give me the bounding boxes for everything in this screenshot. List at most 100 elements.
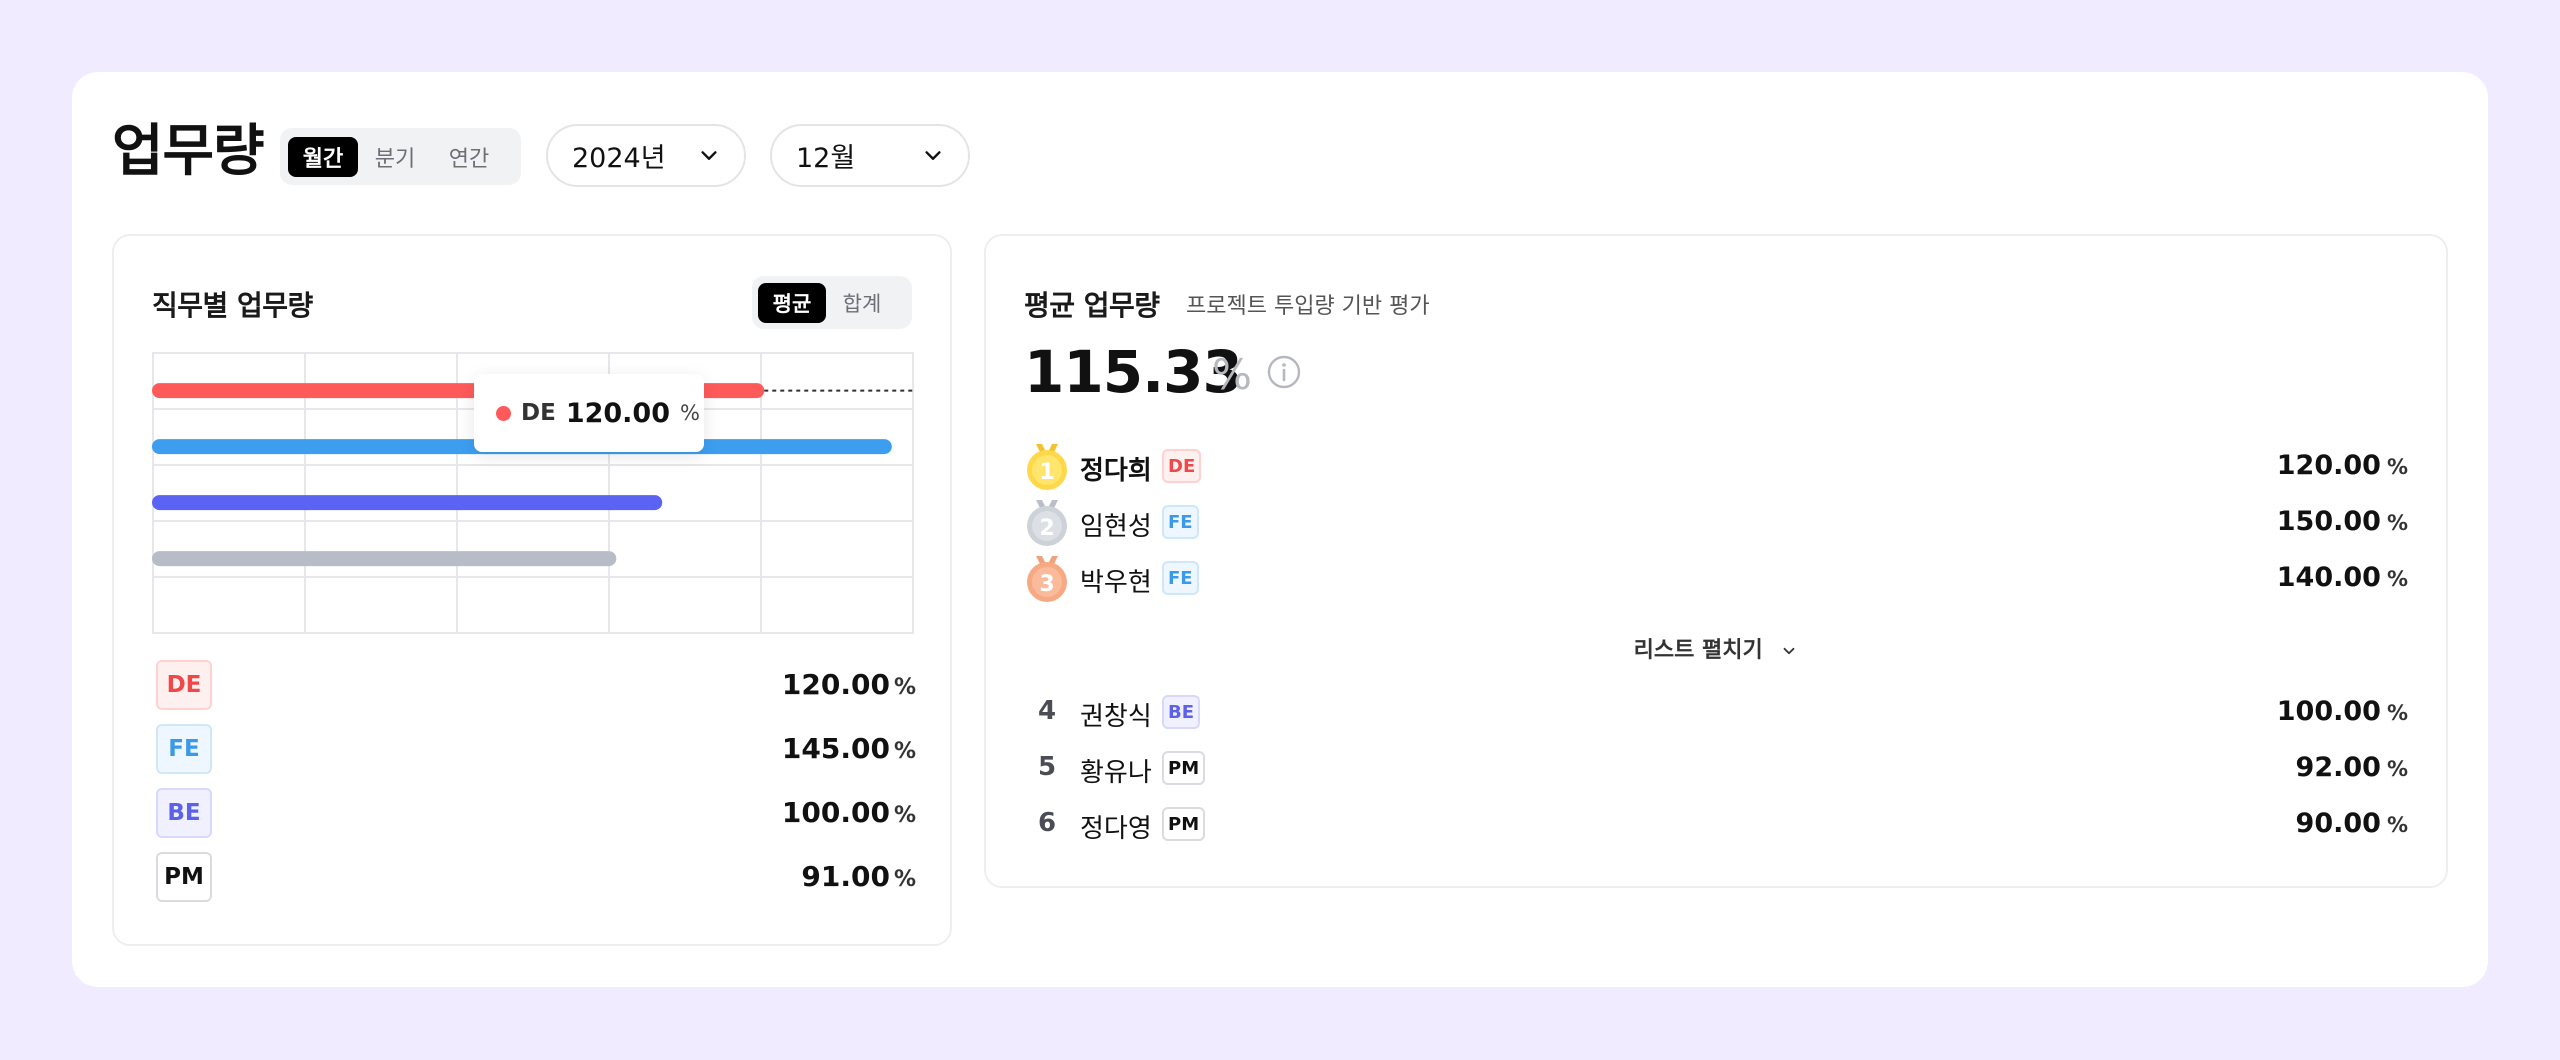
role-badge-be: BE [156, 788, 212, 838]
legend-row-be: BE 100.00% [156, 788, 916, 852]
ranking-row: 6 정다영 PM 90.00% [1024, 800, 2408, 850]
value-text: 92.00 [2295, 752, 2381, 783]
tooltip-value: 120.00 [565, 397, 671, 429]
member-value: 90.00% [2296, 808, 2408, 839]
medal-rank: 3 [1039, 572, 1054, 597]
year-select[interactable]: 2024년 [546, 124, 746, 187]
tab-total[interactable]: 합계 [826, 283, 898, 323]
medal-rank: 2 [1039, 516, 1054, 541]
member-name: 박우현 [1080, 568, 1152, 598]
bronze-medal-icon: 3 [1027, 556, 1067, 602]
unit-text: % [893, 803, 916, 828]
value-text: 120.00 [781, 668, 890, 701]
mode-toggle: 평균 합계 [752, 276, 912, 329]
workload-card: 업무량 월간 분기 연간 2024년 12월 직무별 업무량 평균 합계 DE … [72, 72, 2488, 987]
role-badge-be: BE [1162, 695, 1201, 729]
legend-value: 145.00% [782, 732, 916, 765]
expand-list-button[interactable]: 리스트 펼치기 [986, 632, 2446, 664]
info-icon[interactable] [1266, 354, 1302, 390]
role-badge-de: DE [156, 660, 212, 710]
expand-list-label: 리스트 펼치기 [1633, 638, 1763, 663]
role-badge-fe: FE [1162, 505, 1199, 539]
legend-row-de: DE 120.00% [156, 660, 916, 724]
series-dot [496, 405, 511, 421]
unit-text: % [893, 867, 916, 892]
month-select-value: 12월 [796, 143, 856, 174]
tooltip-category: DE [521, 400, 556, 426]
average-value: 115.33 [1024, 338, 1243, 406]
gold-medal-icon: 1 [1027, 444, 1067, 490]
role-badge-pm: PM [1162, 807, 1206, 841]
unit-text: % [2386, 757, 2408, 781]
legend-value: 120.00% [782, 668, 916, 701]
average-workload-panel: 평균 업무량 프로젝트 투입량 기반 평가 115.33 % 1 정다희 DE … [984, 234, 2448, 888]
unit-text: % [2386, 511, 2408, 535]
bar-pm[interactable] [152, 551, 617, 567]
value-text: 145.00 [781, 732, 890, 765]
legend-row-pm: PM 91.00% [156, 852, 916, 916]
member-value: 140.00% [2277, 562, 2408, 593]
tab-monthly[interactable]: 월간 [288, 136, 358, 177]
member-name: 황유나 [1080, 758, 1152, 788]
ranking-row: 1 정다희 DE 120.00% [1024, 442, 2408, 492]
role-workload-title: 직무별 업무량 [152, 289, 313, 322]
unit-text: % [2386, 813, 2408, 837]
chart-tooltip: DE 120.00 % [474, 374, 704, 452]
member-value: 120.00% [2277, 450, 2408, 481]
ranking-row: 5 황유나 PM 92.00% [1024, 744, 2408, 794]
value-text: 91.00 [801, 860, 890, 893]
average-workload-subtitle: 프로젝트 투입량 기반 평가 [1186, 294, 1430, 319]
chevron-down-icon [1783, 647, 1795, 655]
member-value: 150.00% [2277, 506, 2408, 537]
value-text: 150.00 [2276, 506, 2381, 537]
silver-medal-icon: 2 [1027, 500, 1067, 546]
member-name: 권창식 [1080, 702, 1152, 732]
legend-row-fe: FE 145.00% [156, 724, 916, 788]
tab-quarterly[interactable]: 분기 [358, 137, 432, 177]
member-value: 92.00% [2296, 752, 2408, 783]
period-toggle: 월간 분기 연간 [280, 128, 521, 185]
member-value: 100.00% [2277, 696, 2408, 727]
role-badge-de: DE [1162, 449, 1202, 483]
rank-number: 6 [1038, 808, 1057, 838]
tooltip-unit: % [680, 401, 700, 425]
ranking-row: 4 권창식 BE 100.00% [1024, 688, 2408, 738]
unit-text: % [2386, 455, 2408, 479]
value-text: 90.00 [2295, 808, 2381, 839]
unit-text: % [893, 675, 916, 700]
chevron-down-icon [925, 150, 941, 160]
unit-text: % [2386, 701, 2408, 725]
unit-text: % [893, 739, 916, 764]
average-workload-title: 평균 업무량 [1024, 289, 1160, 322]
page-title: 업무량 [112, 119, 265, 184]
tab-average[interactable]: 평균 [758, 282, 826, 323]
bar-be[interactable] [152, 495, 663, 511]
year-select-value: 2024년 [572, 143, 666, 174]
role-badge-pm: PM [1162, 751, 1206, 785]
role-badge-pm: PM [156, 852, 212, 902]
unit-text: % [2386, 567, 2408, 591]
value-text: 100.00 [2276, 696, 2381, 727]
role-badge-fe: FE [156, 724, 212, 774]
role-workload-panel: 직무별 업무량 평균 합계 DE 120.00 % DE 120.00% FE … [112, 234, 952, 946]
rank-number: 4 [1038, 696, 1057, 726]
chevron-down-icon [701, 150, 717, 160]
member-name: 임현성 [1080, 512, 1152, 542]
medal-rank: 1 [1039, 460, 1054, 485]
ranking-row: 3 박우현 FE 140.00% [1024, 554, 2408, 604]
average-unit: % [1212, 350, 1252, 399]
tab-yearly[interactable]: 연간 [432, 137, 506, 177]
legend-value: 100.00% [782, 796, 916, 829]
rank-number: 5 [1038, 752, 1057, 782]
ranking-row: 2 임현성 FE 150.00% [1024, 498, 2408, 548]
legend-value: 91.00% [801, 860, 916, 893]
role-legend: DE 120.00% FE 145.00% BE 100.00% PM 91.0… [156, 660, 916, 916]
month-select[interactable]: 12월 [770, 124, 970, 187]
value-text: 100.00 [781, 796, 890, 829]
value-text: 120.00 [2276, 450, 2381, 481]
member-name: 정다희 [1080, 456, 1152, 486]
role-workload-chart: DE 120.00 % [152, 352, 914, 634]
member-name: 정다영 [1080, 814, 1152, 844]
value-text: 140.00 [2276, 562, 2381, 593]
role-badge-fe: FE [1162, 561, 1199, 595]
